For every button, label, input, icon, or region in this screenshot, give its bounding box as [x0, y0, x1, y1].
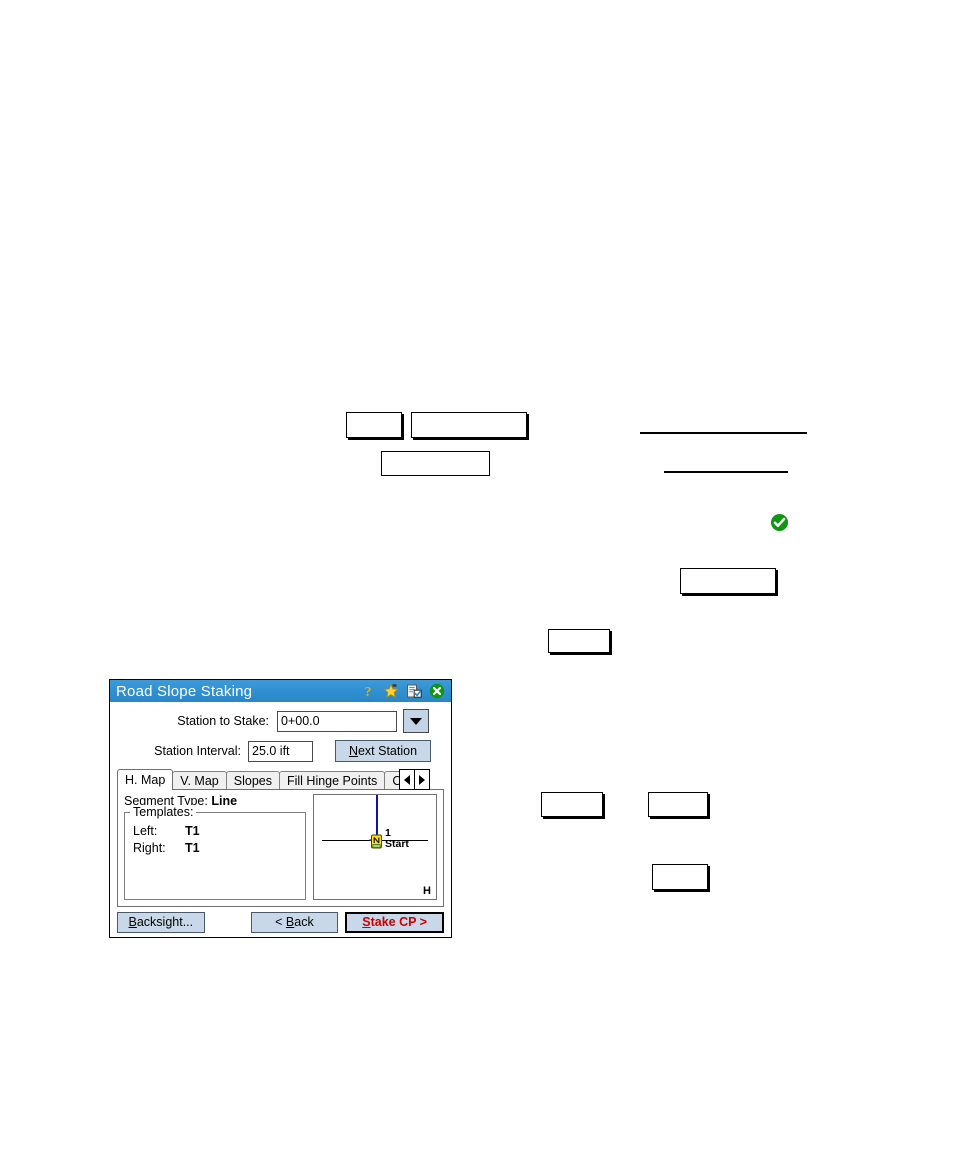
svg-text:?: ?	[365, 685, 372, 699]
dialog-title: Road Slope Staking	[116, 682, 253, 700]
tab-scroll-prev-button[interactable]	[399, 769, 416, 790]
green-check-icon	[770, 513, 789, 532]
template-right-value: T1	[185, 841, 200, 855]
placeholder-box-2	[411, 412, 527, 438]
favorites-icon[interactable]	[383, 683, 399, 699]
titlebar-icon-group: ?	[360, 683, 447, 700]
tab-scroll-next-button[interactable]	[414, 769, 431, 790]
survey-stake-icon	[369, 833, 384, 850]
station-interval-label: Station Interval:	[154, 744, 241, 758]
stake-cp-button[interactable]: Stake CP >	[345, 911, 444, 933]
close-icon[interactable]	[429, 683, 445, 699]
templates-group: Templates: Left: T1 Right: T1	[124, 805, 306, 900]
back-prefix: <	[275, 914, 286, 929]
tab-fill-hinge-points[interactable]: Fill Hinge Points	[278, 771, 386, 790]
map-point-label: Start	[385, 838, 409, 850]
checklist-icon[interactable]	[406, 683, 422, 699]
dialog-body: Station to Stake: 0+00.0 Station Interva…	[110, 702, 451, 907]
station-to-stake-input[interactable]: 0+00.0	[277, 710, 397, 732]
h-map-preview[interactable]: 1 Start H	[313, 794, 437, 900]
placeholder-rule-2	[664, 471, 788, 473]
template-left-value: T1	[185, 824, 200, 838]
placeholder-box-5	[548, 629, 610, 653]
dialog-titlebar: Road Slope Staking ?	[110, 680, 451, 702]
next-station-label: ext Station	[357, 744, 418, 758]
dialog-footer: Backsight... < Back Stake CP >	[110, 907, 451, 937]
tab-strip: H. Map V. Map Slopes Fill Hinge Points C	[117, 769, 444, 790]
backsight-label: acksight...	[136, 914, 194, 929]
station-dropdown-button[interactable]	[403, 709, 429, 733]
tab-v-map[interactable]: V. Map	[172, 771, 227, 790]
template-row-left: Left: T1	[133, 824, 297, 838]
back-button[interactable]: < Back	[250, 911, 339, 933]
tab-scroll-buttons	[399, 769, 431, 790]
backsight-mnemonic: B	[128, 914, 137, 929]
placeholder-box-4	[680, 568, 776, 594]
stake-cp-label: take CP >	[370, 914, 427, 929]
station-to-stake-label: Station to Stake:	[177, 714, 269, 728]
tab-slopes[interactable]: Slopes	[225, 771, 280, 790]
map-orientation-label: H	[423, 885, 431, 897]
station-to-stake-row: Station to Stake: 0+00.0	[117, 709, 444, 733]
segment-type-value: Line	[211, 794, 238, 808]
placeholder-box-8	[652, 864, 708, 890]
right-arrow-icon	[419, 774, 426, 785]
template-right-label: Right:	[133, 841, 166, 855]
road-slope-staking-dialog: Road Slope Staking ? Station to Stake: 0…	[109, 679, 452, 938]
template-row-right: Right: T1	[133, 841, 297, 855]
back-mnemonic: B	[285, 914, 295, 929]
help-icon[interactable]: ?	[360, 683, 376, 700]
templates-legend: Templates:	[130, 805, 197, 819]
placeholder-box-3	[381, 451, 490, 476]
placeholder-box-1	[346, 412, 402, 438]
placeholder-box-7	[648, 792, 708, 817]
tab-h-map[interactable]: H. Map	[117, 769, 174, 790]
next-station-mnemonic: N	[348, 744, 358, 758]
next-station-button[interactable]: Next Station	[335, 740, 431, 762]
placeholder-box-6	[541, 792, 603, 817]
placeholder-rule-1	[640, 432, 807, 434]
template-left-label: Left:	[133, 824, 158, 838]
back-label: ack	[294, 914, 314, 929]
chevron-down-icon	[410, 717, 422, 725]
station-interval-input[interactable]: 25.0 ift	[248, 740, 313, 762]
backsight-button[interactable]: Backsight...	[117, 911, 205, 933]
station-interval-row: Station Interval: 25.0 ift Next Station	[117, 740, 444, 762]
stake-cp-mnemonic: S	[362, 914, 371, 929]
left-arrow-icon	[404, 774, 411, 785]
h-map-tab-panel: Segment Type: Line Templates: Left: T1 R…	[117, 789, 444, 907]
panel-left-column: Segment Type: Line Templates: Left: T1 R…	[124, 794, 306, 900]
